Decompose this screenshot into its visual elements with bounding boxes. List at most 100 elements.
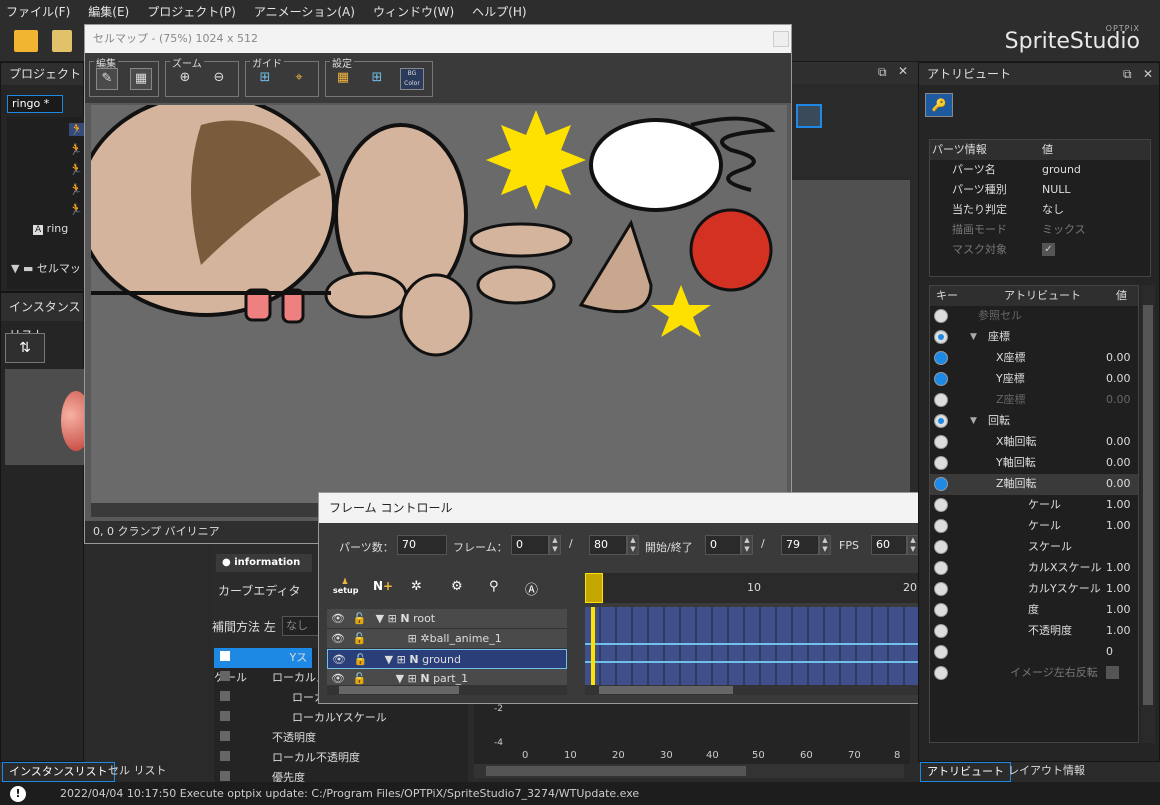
open-folder-icon[interactable] <box>52 30 72 52</box>
attribute-row[interactable]: X座標 0.00 <box>930 348 1138 369</box>
brush-icon[interactable]: ✎ <box>96 68 118 90</box>
tab-layout-info[interactable]: レイアウト情報 <box>1002 762 1091 782</box>
attribute-row[interactable]: Y座標 0.00 <box>930 369 1138 390</box>
key-toggle-icon[interactable] <box>934 540 948 554</box>
attribute-value[interactable]: 0.00 <box>1106 390 1131 410</box>
attribute-row[interactable]: Z座標 0.00 <box>930 390 1138 411</box>
key-toggle-icon[interactable] <box>934 330 948 344</box>
attribute-value[interactable]: 0.00 <box>1106 348 1131 368</box>
close-icon[interactable]: ✕ <box>898 64 908 78</box>
lock-icon[interactable]: 🔓 <box>352 632 366 645</box>
attribute-row[interactable]: スケール <box>930 537 1138 558</box>
attribute-value[interactable]: 0.00 <box>1106 369 1131 389</box>
menu-help[interactable]: ヘルプ(H) <box>472 3 526 20</box>
guide-pick-icon[interactable]: ⌖ <box>288 68 310 90</box>
attribute-value[interactable]: 1.00 <box>1106 579 1131 599</box>
menu-window[interactable]: ウィンドウ(W) <box>373 3 454 20</box>
key-toggle-icon[interactable] <box>934 351 948 365</box>
tree-item-cellmaps[interactable]: ▼ ▬ セルマッ <box>11 259 89 279</box>
curve-item[interactable]: ローカルYスケール <box>214 708 468 728</box>
attribute-row[interactable]: イメージ左右反転 <box>930 663 1138 684</box>
new-folder-icon[interactable] <box>14 30 38 52</box>
sort-icon[interactable]: ⇅ <box>5 333 45 363</box>
key-toggle-icon[interactable] <box>934 645 948 659</box>
attribute-value[interactable]: 1.00 <box>1106 600 1131 620</box>
track-row[interactable]: 👁 🔓 ▼ ⊞ N root <box>327 609 567 629</box>
grid-settings-icon[interactable]: ▦ <box>332 68 354 90</box>
new-part-icon[interactable]: N+ <box>373 579 393 593</box>
add-joint-icon[interactable]: ⚙ <box>451 579 463 594</box>
frame-max-field[interactable]: 80 <box>589 535 627 555</box>
attribute-value[interactable]: 0 <box>1106 642 1113 662</box>
add-anim-icon[interactable]: Ⓐ <box>525 579 538 598</box>
frame-field[interactable]: 0 <box>511 535 549 555</box>
attribute-row[interactable]: Z軸回転 0.00 <box>930 474 1138 495</box>
lock-icon[interactable]: 🔓 <box>353 653 367 666</box>
curve-item[interactable]: Yスケール <box>214 648 312 684</box>
lock-icon[interactable]: 🔓 <box>352 672 366 685</box>
attribute-row[interactable]: Y軸回転 0.00 <box>930 453 1138 474</box>
attribute-value[interactable]: 1.00 <box>1106 495 1131 515</box>
interp-select[interactable]: なし <box>282 616 322 636</box>
attribute-value[interactable]: 0.00 <box>1106 432 1131 452</box>
curve-item[interactable]: 不透明度 <box>214 728 468 748</box>
key-icon[interactable]: 🔑 <box>925 93 953 117</box>
curve-scrollbar[interactable] <box>474 764 904 778</box>
attribute-row[interactable]: 0 <box>930 642 1138 663</box>
info-tab[interactable]: ● information <box>216 554 312 572</box>
curve-graph[interactable]: -2 -4 0 10 20 30 40 50 60 70 8 <box>474 704 910 764</box>
setup-button[interactable]: ♟ setup <box>333 577 358 599</box>
attribute-row[interactable]: ケール 1.00 <box>930 495 1138 516</box>
guide-grid-icon[interactable]: ⊞ <box>254 68 276 90</box>
menu-file[interactable]: ファイル(F) <box>6 3 70 20</box>
key-toggle-icon[interactable] <box>934 372 948 386</box>
grid-icon[interactable]: ⊞ <box>366 68 388 90</box>
key-toggle-icon[interactable] <box>934 666 948 680</box>
attribute-value[interactable]: 1.00 <box>1106 621 1131 641</box>
visible-icon[interactable]: 👁 <box>332 653 346 666</box>
key-toggle-icon[interactable] <box>934 456 948 470</box>
key-toggle-icon[interactable] <box>934 561 948 575</box>
track-row-selected[interactable]: 👁 🔓 ▼ ⊞ N ground <box>327 649 567 669</box>
close-icon[interactable]: ✕ <box>1143 63 1153 85</box>
project-search-input[interactable]: ringo * <box>7 95 63 113</box>
attribute-row[interactable]: 不透明度 1.00 <box>930 621 1138 642</box>
key-toggle-icon[interactable] <box>934 582 948 596</box>
attribute-value[interactable]: 0.00 <box>1106 453 1131 473</box>
zoom-out-icon[interactable]: ⊖ <box>208 68 230 90</box>
tab-cell-list[interactable]: セル リスト <box>102 762 173 782</box>
menu-animation[interactable]: アニメーション(A) <box>254 3 355 20</box>
fps-field[interactable]: 60 <box>871 535 907 555</box>
key-toggle-icon[interactable] <box>934 603 948 617</box>
menu-project[interactable]: プロジェクト(P) <box>147 3 236 20</box>
frame-spinner[interactable]: ▲ ▼ <box>549 535 561 555</box>
visible-icon[interactable]: 👁 <box>331 672 345 685</box>
key-toggle-icon[interactable] <box>934 393 948 407</box>
start-spinner[interactable]: ▲ ▼ <box>741 535 753 555</box>
attr-scrollbar[interactable] <box>1141 285 1155 743</box>
attribute-row[interactable]: 参照セル <box>930 306 1138 327</box>
start-field[interactable]: 0 <box>705 535 741 555</box>
attribute-value[interactable]: 1.00 <box>1106 558 1131 578</box>
attribute-row[interactable]: X軸回転 0.00 <box>930 432 1138 453</box>
add-bone-icon[interactable]: ⚲ <box>489 579 499 594</box>
key-toggle-icon[interactable] <box>934 477 948 491</box>
parts-count-field[interactable]: 70 <box>397 535 447 555</box>
visible-icon[interactable]: 👁 <box>331 612 345 625</box>
frame-max-spinner[interactable]: ▲ ▼ <box>627 535 639 555</box>
zoom-in-icon[interactable]: ⊕ <box>174 68 196 90</box>
float-icon[interactable]: ⧉ <box>878 65 887 80</box>
tab-attribute[interactable]: アトリビュート <box>920 762 1011 782</box>
bg-color-icon[interactable]: BG Color <box>400 68 424 90</box>
key-toggle-icon[interactable] <box>934 624 948 638</box>
attribute-row[interactable]: カルYスケール 1.00 <box>930 579 1138 600</box>
end-field[interactable]: 79 <box>781 535 819 555</box>
attribute-value[interactable]: 1.00 <box>1106 516 1131 536</box>
end-spinner[interactable]: ▲ ▼ <box>819 535 831 555</box>
grid-select-icon[interactable]: ▦ <box>130 68 152 90</box>
tab-instance-list[interactable]: インスタンスリスト <box>2 762 115 782</box>
playhead-marker[interactable] <box>585 573 603 603</box>
track-scrollbar[interactable] <box>327 685 567 695</box>
cellmap-canvas[interactable] <box>91 105 787 503</box>
checkbox[interactable] <box>1106 666 1119 679</box>
